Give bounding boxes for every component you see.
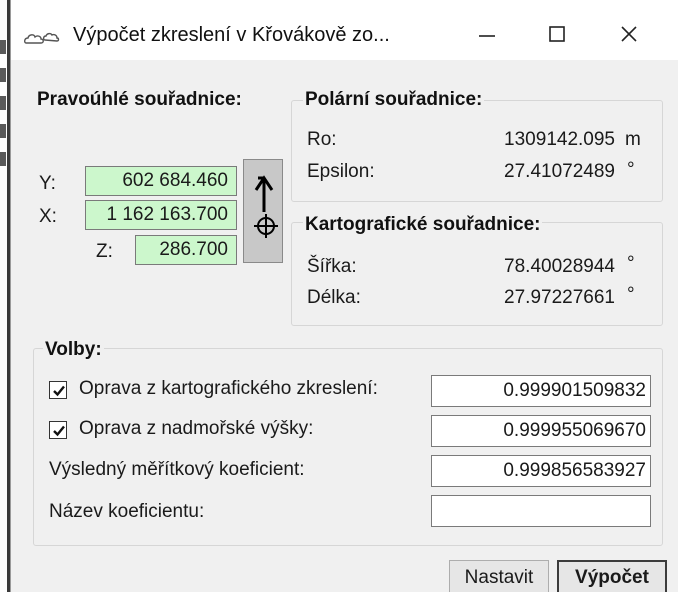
- longitude-unit: °: [627, 284, 635, 305]
- background-mark: [0, 96, 6, 110]
- polar-coords-group: [291, 100, 663, 202]
- carto-correction-checkbox[interactable]: [49, 381, 67, 399]
- longitude-label: Délka:: [307, 287, 361, 308]
- swap-arrow-target-icon: [244, 175, 284, 269]
- title-bar[interactable]: Výpočet zkreslení v Křovákově zo...: [11, 0, 678, 60]
- ro-value: 1309142.095: [504, 129, 615, 150]
- altitude-correction-label: Oprava z nadmořské výšky:: [79, 418, 314, 439]
- window-title: Výpočet zkreslení v Křovákově zo...: [73, 24, 390, 46]
- coefficient-name-input[interactable]: [431, 495, 651, 527]
- result-coefficient-label: Výsledný měřítkový koeficient:: [49, 459, 305, 480]
- longitude-value: 27.97227661: [504, 287, 615, 308]
- dialog-window: Výpočet zkreslení v Křovákově zo... Prav…: [10, 0, 678, 592]
- swap-coordinates-button[interactable]: [243, 159, 283, 263]
- set-button[interactable]: Nastavit: [449, 560, 549, 592]
- polar-coords-title: Polární souřadnice:: [303, 89, 485, 111]
- ro-label: Ro:: [307, 129, 337, 150]
- options-title: Volby:: [43, 339, 104, 361]
- x-label: X:: [39, 206, 57, 227]
- background-mark: [0, 68, 6, 82]
- close-icon: [619, 24, 639, 44]
- epsilon-value: 27.41072489: [504, 161, 615, 182]
- y-input[interactable]: 602 684.460: [85, 166, 237, 196]
- y-label: Y:: [39, 173, 56, 194]
- background-window-edge: [0, 0, 10, 592]
- latitude-value: 78.40028944: [504, 256, 615, 277]
- ro-unit: m: [625, 129, 641, 150]
- minimize-icon: [477, 24, 497, 44]
- close-button[interactable]: [601, 12, 657, 56]
- z-label: Z:: [96, 241, 113, 262]
- cartographic-coords-title: Kartografické souřadnice:: [303, 214, 543, 236]
- epsilon-label: Epsilon:: [307, 161, 375, 182]
- carto-correction-value[interactable]: 0.999901509832: [431, 375, 651, 407]
- latitude-label: Šířka:: [307, 256, 357, 277]
- altitude-correction-value[interactable]: 0.999955069670: [431, 415, 651, 447]
- cloud-icon: [23, 30, 67, 48]
- rectangular-coords-title: Pravoúhlé souřadnice:: [37, 89, 242, 110]
- z-input[interactable]: 286.700: [135, 235, 237, 265]
- latitude-unit: °: [627, 253, 635, 274]
- result-coefficient-value[interactable]: 0.999856583927: [431, 455, 651, 487]
- background-mark: [0, 40, 6, 54]
- carto-correction-label: Oprava z kartografického zkreslení:: [79, 378, 378, 399]
- altitude-correction-checkbox[interactable]: [49, 421, 67, 439]
- x-input[interactable]: 1 162 163.700: [85, 200, 237, 230]
- coefficient-name-label: Název koeficientu:: [49, 501, 205, 522]
- maximize-button[interactable]: [529, 12, 585, 56]
- compute-button[interactable]: Výpočet: [557, 560, 667, 592]
- epsilon-unit: °: [627, 159, 635, 180]
- minimize-button[interactable]: [459, 12, 515, 56]
- background-mark: [0, 124, 6, 138]
- maximize-icon: [547, 24, 567, 44]
- background-mark: [0, 152, 6, 166]
